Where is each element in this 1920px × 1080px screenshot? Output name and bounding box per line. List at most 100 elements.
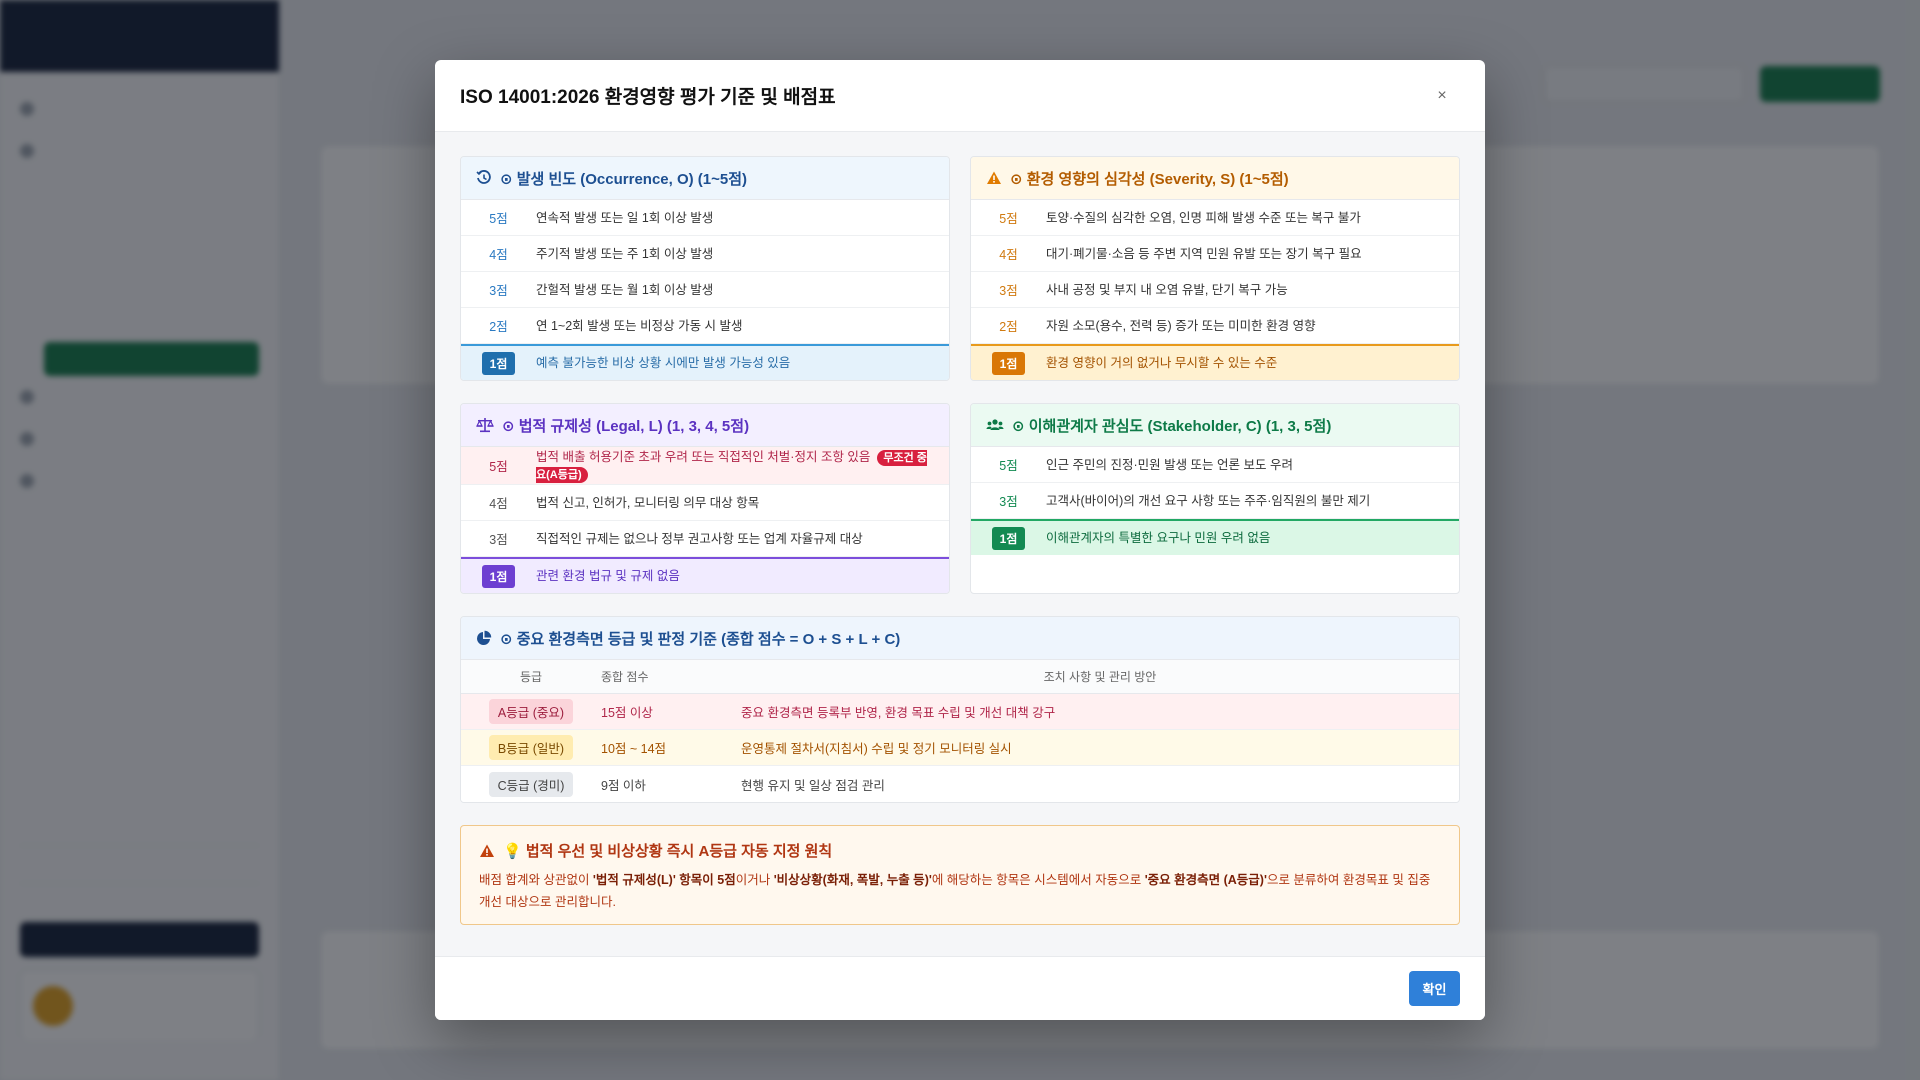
severity-header: ⊙ 환경 영향의 심각성 (Severity, S) (1~5점) bbox=[971, 157, 1459, 200]
occurrence-title: ⊙ 발생 빈도 (Occurrence, O) (1~5점) bbox=[500, 170, 748, 188]
legal-header: ⊙ 법적 규제성 (Legal, L) (1, 3, 4, 5점) bbox=[461, 404, 949, 447]
score-label: 3점 bbox=[999, 495, 1018, 509]
notice-text: 배점 합계와 상관없이 '법적 규제성(L)' 항목이 5점이거나 '비상상황(… bbox=[479, 873, 1431, 909]
score-badge: 1점 bbox=[481, 564, 516, 588]
score-label: 3점 bbox=[489, 533, 508, 547]
auto-grade-notice: 💡 법적 우선 및 비상상황 즉시 A등급 자동 지정 원칙 배점 합계와 상관… bbox=[460, 825, 1460, 925]
severity-panel: ⊙ 환경 영향의 심각성 (Severity, S) (1~5점) 5점 토양·수… bbox=[970, 156, 1460, 381]
score-description: 관련 환경 법규 및 규제 없음 bbox=[536, 569, 680, 583]
column-header: 종합 점수 bbox=[601, 670, 649, 684]
close-button[interactable]: × bbox=[1430, 84, 1454, 108]
score-label: 5점 bbox=[489, 212, 508, 226]
grade-score: 9점 이하 bbox=[601, 778, 646, 793]
score-row-highlight: 1점 예측 불가능한 비상 상황 시에만 발생 가능성 있음 bbox=[461, 344, 949, 380]
scale-icon bbox=[476, 418, 494, 433]
score-label: 4점 bbox=[489, 497, 508, 511]
grade-score: 15점 이상 bbox=[601, 706, 653, 720]
score-description: 예측 불가능한 비상 상황 시에만 발생 가능성 있음 bbox=[536, 356, 791, 370]
grade-score: 10점 ~ 14점 bbox=[601, 742, 667, 756]
pie-chart-icon bbox=[477, 630, 492, 645]
score-row: 2점 연 1~2회 발생 또는 비정상 가동 시 발생 bbox=[461, 308, 949, 344]
severity-title: ⊙ 환경 영향의 심각성 (Severity, S) (1~5점) bbox=[1010, 170, 1289, 188]
grade-pill: C등급 (경미) bbox=[488, 771, 574, 797]
score-description: 간헐적 발생 또는 월 1회 이상 발생 bbox=[536, 282, 714, 297]
score-label: 4점 bbox=[489, 248, 508, 262]
score-row: 3점 직접적인 규제는 없으나 정부 권고사항 또는 업계 자율규제 대상 bbox=[461, 521, 949, 557]
score-label: 3점 bbox=[999, 284, 1018, 298]
grade-action: 중요 환경측면 등록부 반영, 환경 목표 수립 및 개선 대책 강구 bbox=[741, 706, 1056, 720]
score-row-highlight: 1점 이해관계자의 특별한 요구나 민원 우려 없음 bbox=[971, 519, 1459, 555]
grade-row-c: C등급 (경미) 9점 이하 현행 유지 및 일상 점검 관리 bbox=[461, 766, 1459, 802]
modal-title: ISO 14001:2026 환경영향 평가 기준 및 배점표 bbox=[460, 87, 836, 108]
score-row: 3점 사내 공정 및 부지 내 오염 유발, 단기 복구 가능 bbox=[971, 272, 1459, 308]
grade-panel: ⊙ 중요 환경측면 등급 및 판정 기준 (종합 점수 = O + S + L … bbox=[460, 616, 1460, 803]
score-row-critical: 5점 법적 배출 허용기준 초과 우려 또는 직접적인 처벌·정지 조항 있음 … bbox=[461, 447, 949, 485]
score-row: 5점 연속적 발생 또는 일 1회 이상 발생 bbox=[461, 200, 949, 236]
score-row: 5점 토양·수질의 심각한 오염, 인명 피해 발생 수준 또는 복구 불가 bbox=[971, 200, 1459, 236]
score-label: 3점 bbox=[489, 284, 508, 298]
score-row: 2점 자원 소모(용수, 전력 등) 증가 또는 미미한 환경 영향 bbox=[971, 308, 1459, 344]
score-badge: 1점 bbox=[991, 526, 1026, 550]
column-header: 조치 사항 및 관리 방안 bbox=[1043, 670, 1157, 684]
warning-icon bbox=[987, 171, 1001, 184]
score-description: 연속적 발생 또는 일 1회 이상 발생 bbox=[536, 210, 714, 225]
grade-table-header: 등급 종합 점수 조치 사항 및 관리 방안 bbox=[461, 660, 1459, 694]
score-description: 연 1~2회 발생 또는 비정상 가동 시 발생 bbox=[536, 318, 743, 333]
score-description: 자원 소모(용수, 전력 등) 증가 또는 미미한 환경 영향 bbox=[1046, 318, 1316, 333]
column-header: 등급 bbox=[519, 670, 543, 684]
legal-panel: ⊙ 법적 규제성 (Legal, L) (1, 3, 4, 5점) 5점 법적 … bbox=[460, 403, 950, 594]
stakeholder-header: ⊙ 이해관계자 관심도 (Stakeholder, C) (1, 3, 5점) bbox=[971, 404, 1459, 447]
score-row: 3점 고객사(바이어)의 개선 요구 사항 또는 주주·임직원의 불만 제기 bbox=[971, 483, 1459, 519]
notice-title-row: 💡 법적 우선 및 비상상황 즉시 A등급 자동 지정 원칙 bbox=[479, 840, 1441, 861]
warning-icon bbox=[480, 844, 494, 857]
criteria-modal: ISO 14001:2026 환경영향 평가 기준 및 배점표 × ⊙ 발생 빈… bbox=[435, 60, 1485, 1020]
score-label: 4점 bbox=[999, 248, 1018, 262]
score-row: 4점 법적 신고, 인허가, 모니터링 의무 대상 항목 bbox=[461, 485, 949, 521]
score-description: 법적 신고, 인허가, 모니터링 의무 대상 항목 bbox=[536, 495, 760, 510]
score-description: 대기·폐기물·소음 등 주변 지역 민원 유발 또는 장기 복구 필요 bbox=[1046, 246, 1362, 261]
score-row: 5점 인근 주민의 진정·민원 발생 또는 언론 보도 우려 bbox=[971, 447, 1459, 483]
score-row-highlight: 1점 관련 환경 법규 및 규제 없음 bbox=[461, 557, 949, 593]
score-description: 주기적 발생 또는 주 1회 이상 발생 bbox=[536, 246, 714, 261]
stakeholder-title: ⊙ 이해관계자 관심도 (Stakeholder, C) (1, 3, 5점) bbox=[1012, 417, 1332, 435]
occurrence-panel: ⊙ 발생 빈도 (Occurrence, O) (1~5점) 5점 연속적 발생 … bbox=[460, 156, 950, 381]
score-badge: 1점 bbox=[481, 351, 516, 375]
criteria-grid: ⊙ 발생 빈도 (Occurrence, O) (1~5점) 5점 연속적 발생 … bbox=[460, 156, 1460, 594]
score-label: 2점 bbox=[489, 320, 508, 334]
legal-title: ⊙ 법적 규제성 (Legal, L) (1, 3, 4, 5점) bbox=[502, 417, 750, 435]
confirm-button[interactable]: 확인 bbox=[1409, 971, 1460, 1006]
score-description: 이해관계자의 특별한 요구나 민원 우려 없음 bbox=[1046, 531, 1271, 545]
score-description: 직접적인 규제는 없으나 정부 권고사항 또는 업계 자율규제 대상 bbox=[536, 531, 863, 546]
score-description: 환경 영향이 거의 없거나 무시할 수 있는 수준 bbox=[1046, 356, 1278, 370]
users-icon bbox=[986, 419, 1004, 430]
history-icon bbox=[476, 170, 491, 184]
grade-row-a: A등급 (중요) 15점 이상 중요 환경측면 등록부 반영, 환경 목표 수립… bbox=[461, 694, 1459, 730]
score-label: 2점 bbox=[999, 320, 1018, 334]
score-label: 5점 bbox=[999, 212, 1018, 226]
score-row: 4점 대기·폐기물·소음 등 주변 지역 민원 유발 또는 장기 복구 필요 bbox=[971, 236, 1459, 272]
score-description: 법적 배출 허용기준 초과 우려 또는 직접적인 처벌·정지 조항 있음 bbox=[536, 449, 871, 464]
modal-body: ⊙ 발생 빈도 (Occurrence, O) (1~5점) 5점 연속적 발생 … bbox=[435, 132, 1485, 956]
modal-footer: 확인 bbox=[435, 956, 1485, 1020]
score-row: 3점 간헐적 발생 또는 월 1회 이상 발생 bbox=[461, 272, 949, 308]
score-row-highlight: 1점 환경 영향이 거의 없거나 무시할 수 있는 수준 bbox=[971, 344, 1459, 380]
score-label: 5점 bbox=[489, 460, 508, 474]
grade-row-b: B등급 (일반) 10점 ~ 14점 운영통제 절차서(지침서) 수립 및 정기… bbox=[461, 730, 1459, 766]
score-description: 토양·수질의 심각한 오염, 인명 피해 발생 수준 또는 복구 불가 bbox=[1046, 210, 1361, 225]
occurrence-header: ⊙ 발생 빈도 (Occurrence, O) (1~5점) bbox=[461, 157, 949, 200]
grade-header: ⊙ 중요 환경측면 등급 및 판정 기준 (종합 점수 = O + S + L … bbox=[461, 617, 1459, 660]
score-label: 5점 bbox=[999, 459, 1018, 473]
notice-title: 💡 법적 우선 및 비상상황 즉시 A등급 자동 지정 원칙 bbox=[503, 843, 833, 860]
score-description: 인근 주민의 진정·민원 발생 또는 언론 보도 우려 bbox=[1046, 457, 1293, 472]
modal-header: ISO 14001:2026 환경영향 평가 기준 및 배점표 × bbox=[435, 60, 1485, 132]
stakeholder-panel: ⊙ 이해관계자 관심도 (Stakeholder, C) (1, 3, 5점) … bbox=[970, 403, 1460, 594]
grade-title: ⊙ 중요 환경측면 등급 및 판정 기준 (종합 점수 = O + S + L … bbox=[500, 630, 901, 648]
score-row: 4점 주기적 발생 또는 주 1회 이상 발생 bbox=[461, 236, 949, 272]
score-badge: 1점 bbox=[991, 351, 1026, 375]
grade-action: 현행 유지 및 일상 점검 관리 bbox=[741, 778, 885, 793]
score-description: 고객사(바이어)의 개선 요구 사항 또는 주주·임직원의 불만 제기 bbox=[1046, 493, 1371, 508]
grade-pill: B등급 (일반) bbox=[488, 735, 574, 760]
grade-pill: A등급 (중요) bbox=[488, 699, 574, 724]
score-description: 사내 공정 및 부지 내 오염 유발, 단기 복구 가능 bbox=[1046, 282, 1288, 297]
grade-action: 운영통제 절차서(지침서) 수립 및 정기 모니터링 실시 bbox=[741, 742, 1012, 756]
